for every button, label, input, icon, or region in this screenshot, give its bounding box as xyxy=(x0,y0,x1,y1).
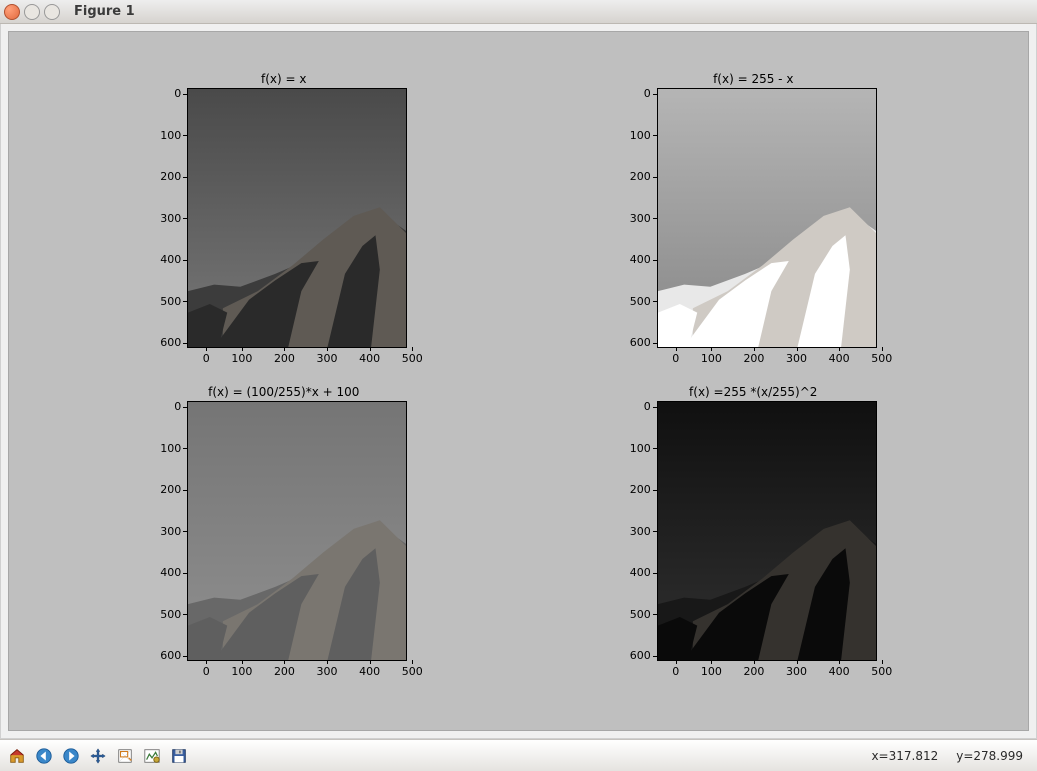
x-tick-label: 200 xyxy=(274,352,295,365)
coord-y: y=278.999 xyxy=(956,749,1023,763)
x-tick-label: 500 xyxy=(871,352,892,365)
window-maximize-button[interactable] xyxy=(44,4,60,20)
y-tick-label: 600 xyxy=(160,650,181,661)
zoom-icon xyxy=(116,747,134,765)
y-tick-label: 0 xyxy=(644,88,651,99)
forward-icon xyxy=(62,747,80,765)
subplot-title: f(x) = 255 - x xyxy=(713,72,793,86)
y-tick-label: 0 xyxy=(644,401,651,412)
y-axis: 0 100 200 300 400 500 600 xyxy=(630,88,657,348)
y-tick-label: 100 xyxy=(630,443,651,454)
x-tick-label: 0 xyxy=(203,665,210,678)
y-tick-label: 600 xyxy=(630,337,651,348)
y-axis: 0 100 200 300 400 500 600 xyxy=(160,88,187,348)
window-titlebar: Figure 1 xyxy=(0,0,1037,24)
coord-x: x=317.812 xyxy=(871,749,938,763)
subplot: f(x) = x 0 100 200 300 400 500 600 0 100 200 300 40… xyxy=(64,72,504,367)
x-tick-label: 200 xyxy=(274,665,295,678)
x-tick-label: 500 xyxy=(402,352,423,365)
x-tick-label: 400 xyxy=(359,665,380,678)
x-tick-label: 500 xyxy=(402,665,423,678)
x-tick-label: 100 xyxy=(231,665,252,678)
subplot-image xyxy=(657,401,877,661)
window-close-button[interactable] xyxy=(4,4,20,20)
x-tick-label: 100 xyxy=(701,665,722,678)
y-tick-label: 400 xyxy=(160,254,181,265)
y-tick-label: 500 xyxy=(160,609,181,620)
cursor-coords: x=317.812 y=278.999 xyxy=(871,749,1033,763)
subplot-image xyxy=(657,88,877,348)
pan-button[interactable] xyxy=(85,743,111,769)
x-tick-label: 200 xyxy=(743,665,764,678)
figure-canvas-wrap: f(x) = x 0 100 200 300 400 500 600 0 100 200 300 40… xyxy=(0,24,1037,739)
x-tick-label: 400 xyxy=(829,665,850,678)
y-tick-label: 0 xyxy=(174,88,181,99)
x-tick-label: 300 xyxy=(786,665,807,678)
subplot: f(x) =255 *(x/255)^20100200300400500600 … xyxy=(534,385,974,680)
x-tick-label: 0 xyxy=(672,665,679,678)
x-tick-label: 400 xyxy=(359,352,380,365)
y-tick-label: 500 xyxy=(160,296,181,307)
y-tick-label: 600 xyxy=(160,337,181,348)
y-tick-label: 500 xyxy=(630,609,651,620)
y-tick-label: 300 xyxy=(630,213,651,224)
subplot-image xyxy=(187,88,407,348)
y-tick-label: 200 xyxy=(630,171,651,182)
configure-button[interactable] xyxy=(139,743,165,769)
forward-button[interactable] xyxy=(58,743,84,769)
save-icon xyxy=(170,747,188,765)
x-tick-label: 200 xyxy=(743,352,764,365)
x-tick-label: 0 xyxy=(672,352,679,365)
subplot-title: f(x) = x xyxy=(261,72,306,86)
subplot: f(x) = (100/255)*x + 100 0 100 200 300 400 500… xyxy=(64,385,504,680)
y-tick-label: 300 xyxy=(630,526,651,537)
plots-grid: f(x) = x 0 100 200 300 400 500 600 0 100 200 300 40… xyxy=(9,32,1028,730)
y-axis: 0 100 200 300 400 500 600 xyxy=(630,401,657,661)
y-tick-label: 600 xyxy=(630,650,651,661)
y-tick-label: 100 xyxy=(160,130,181,141)
x-tick-label: 300 xyxy=(786,352,807,365)
x-tick-label: 0 xyxy=(203,352,210,365)
pan-icon xyxy=(89,747,107,765)
window-minimize-button[interactable] xyxy=(24,4,40,20)
y-tick-label: 200 xyxy=(160,171,181,182)
x-tick-label: 100 xyxy=(701,352,722,365)
y-tick-label: 300 xyxy=(160,526,181,537)
x-tick-label: 300 xyxy=(317,352,338,365)
home-icon xyxy=(8,747,26,765)
y-tick-label: 200 xyxy=(160,484,181,495)
nav-toolbar: x=317.812 y=278.999 xyxy=(0,739,1037,771)
y-tick-label: 100 xyxy=(630,130,651,141)
y-tick-label: 300 xyxy=(160,213,181,224)
back-icon xyxy=(35,747,53,765)
home-button[interactable] xyxy=(4,743,30,769)
x-tick-label: 500 xyxy=(871,665,892,678)
x-axis: 0 100 200 300 400 500 xyxy=(672,352,892,365)
x-tick-label: 300 xyxy=(317,665,338,678)
window-title: Figure 1 xyxy=(74,4,135,19)
y-tick-label: 400 xyxy=(630,567,651,578)
save-button[interactable] xyxy=(166,743,192,769)
configure-icon xyxy=(143,747,161,765)
x-axis: 0 100 200 300 400 500 xyxy=(203,352,423,365)
figure-canvas[interactable]: f(x) = x 0 100 200 300 400 500 600 0 100 200 300 40… xyxy=(8,31,1029,731)
x-tick-label: 100 xyxy=(231,352,252,365)
x-tick-label: 400 xyxy=(829,352,850,365)
y-tick-label: 500 xyxy=(630,296,651,307)
y-tick-label: 400 xyxy=(630,254,651,265)
y-tick-label: 200 xyxy=(630,484,651,495)
subplot-title: f(x) =255 *(x/255)^2 xyxy=(689,385,817,399)
x-axis: 0 100 200 300 400 500 xyxy=(203,665,423,678)
x-axis: 0 100 200 300 400 500 xyxy=(672,665,892,678)
zoom-button[interactable] xyxy=(112,743,138,769)
subplot-title: f(x) = (100/255)*x + 100 xyxy=(208,385,359,399)
subplot-image xyxy=(187,401,407,661)
y-tick-label: 100 xyxy=(160,443,181,454)
subplot: f(x) = 255 - x 0 100 200 300 400 500 600 0 100 20… xyxy=(534,72,974,367)
y-tick-label: 400 xyxy=(160,567,181,578)
y-axis: 0 100 200 300 400 500 600 xyxy=(160,401,187,661)
back-button[interactable] xyxy=(31,743,57,769)
y-tick-label: 0 xyxy=(174,401,181,412)
